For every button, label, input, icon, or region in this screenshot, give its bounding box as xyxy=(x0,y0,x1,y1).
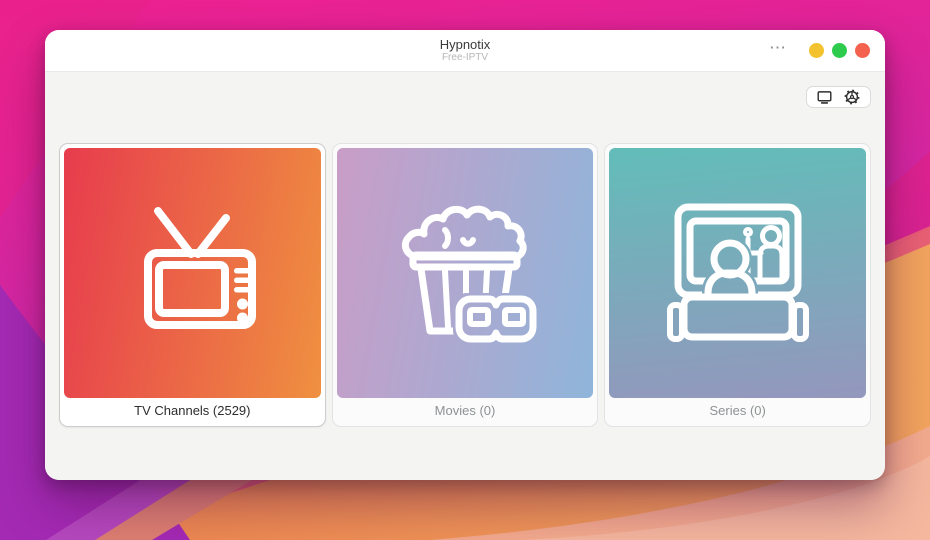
card-label-movies: Movies (0) xyxy=(337,398,594,422)
title-block: Hypnotix Free-IPTV xyxy=(45,30,885,71)
app-window: Hypnotix Free-IPTV ⋯ xyxy=(45,30,885,480)
category-cards: TV Channels (2529) xyxy=(59,143,871,427)
card-series[interactable]: Series (0) xyxy=(604,143,871,427)
gear-icon xyxy=(843,88,861,106)
window-content: TV Channels (2529) xyxy=(45,72,885,480)
card-label-series: Series (0) xyxy=(609,398,866,422)
hamburger-menu-button[interactable]: ⋯ xyxy=(769,43,793,59)
titlebar[interactable]: Hypnotix Free-IPTV ⋯ xyxy=(45,30,885,72)
card-movies[interactable]: Movies (0) xyxy=(332,143,599,427)
minimize-button[interactable] xyxy=(809,43,824,58)
tv-channels-art xyxy=(64,148,321,398)
popcorn-3d-glasses-icon xyxy=(385,193,545,353)
page-title: Hypnotix xyxy=(440,38,491,52)
close-button[interactable] xyxy=(855,43,870,58)
couch-tv-viewer-icon xyxy=(654,193,822,353)
tv-output-button[interactable] xyxy=(816,89,833,106)
card-tv-channels[interactable]: TV Channels (2529) xyxy=(59,143,326,427)
maximize-button[interactable] xyxy=(832,43,847,58)
toolbar-button-group xyxy=(806,86,871,108)
window-controls: ⋯ xyxy=(769,30,870,71)
series-art xyxy=(609,148,866,398)
display-icon xyxy=(816,89,833,106)
toolbar xyxy=(59,86,871,108)
preferences-button[interactable] xyxy=(843,88,861,106)
card-label-tv-channels: TV Channels (2529) xyxy=(64,398,321,422)
movies-art xyxy=(337,148,594,398)
tv-icon xyxy=(112,193,272,353)
window-subtitle: Free-IPTV xyxy=(442,52,488,63)
